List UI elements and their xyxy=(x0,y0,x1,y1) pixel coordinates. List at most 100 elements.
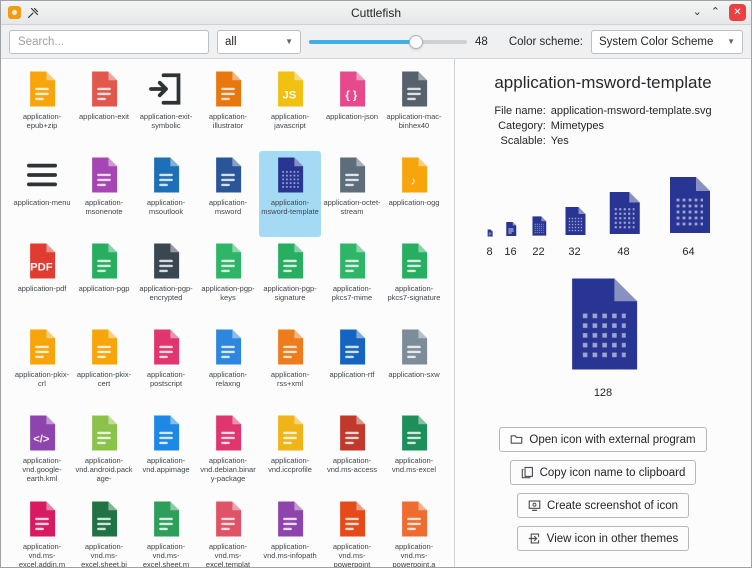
icon-cell-application-json[interactable]: { }application-json xyxy=(321,65,383,151)
icon-cell-application-msonenote[interactable]: application-msonenote xyxy=(73,151,135,237)
window-title: Cuttlefish xyxy=(1,6,751,20)
icon-size-value: 48 xyxy=(475,36,491,48)
application-ogg-icon: ♪ xyxy=(394,155,434,195)
icon-label: application-illustrator xyxy=(199,112,257,130)
file-name-label: File name: xyxy=(494,105,545,117)
application-javascript-icon: JS xyxy=(270,69,310,109)
open-external-button[interactable]: Open icon with external program xyxy=(499,427,706,452)
icon-label: application-msonenote xyxy=(75,198,133,216)
application-postscript-icon xyxy=(146,327,186,367)
screenshot-button[interactable]: Create screenshot of icon xyxy=(517,493,689,518)
icon-cell-application-vnd.ms-excel.templat[interactable]: application-vnd.ms-excel.templat xyxy=(197,495,259,567)
preview-size-label: 48 xyxy=(617,246,629,258)
icon-cell-application-mac-binhex40[interactable]: application-mac-binhex40 xyxy=(383,65,445,151)
svg-text:PDF: PDF xyxy=(30,261,53,273)
icon-label: application-vnd.ms-excel.sheet.bi xyxy=(75,542,133,567)
icon-cell-application-epub+zip[interactable]: application-epub+zip xyxy=(11,65,73,151)
icon-cell-application-illustrator[interactable]: application-illustrator xyxy=(197,65,259,151)
preview-icon-22 xyxy=(528,215,550,242)
icon-cell-application-exit[interactable]: application-exit xyxy=(73,65,135,151)
icon-cell-application-vnd.ms-excel.addin.m[interactable]: application-vnd.ms-excel.addin.m xyxy=(11,495,73,567)
icon-cell-application-postscript[interactable]: application-postscript xyxy=(135,323,197,409)
icon-cell-application-vnd.iccprofile[interactable]: application-vnd.iccprofile xyxy=(259,409,321,495)
icon-cell-application-relaxng[interactable]: application-relaxng xyxy=(197,323,259,409)
icon-cell-application-vnd.ms-powerpoint[interactable]: application-vnd.ms-powerpoint xyxy=(321,495,383,567)
icon-cell-application-menu[interactable]: application-menu xyxy=(11,151,73,237)
icon-cell-application-pgp[interactable]: application-pgp xyxy=(73,237,135,323)
icon-cell-application-pgp-signature[interactable]: application-pgp-signature xyxy=(259,237,321,323)
view-other-themes-button[interactable]: View icon in other themes xyxy=(517,526,689,551)
application-pgp-signature-icon xyxy=(270,241,310,281)
icon-cell-application-pkix-cert[interactable]: application-pkix-cert xyxy=(73,323,135,409)
icon-label: application-vnd.android.package- xyxy=(75,456,133,483)
preview-size-label: 16 xyxy=(504,246,516,258)
view-themes-icon xyxy=(528,532,541,545)
chevron-down-icon: ▼ xyxy=(285,37,293,46)
icon-label: application-msword xyxy=(199,198,257,216)
icon-label: application-pgp xyxy=(75,284,133,293)
icon-label: application-menu xyxy=(13,198,71,207)
preview-icon-16 xyxy=(503,221,519,242)
application-vnd.android.package--icon xyxy=(84,413,124,453)
icon-label: application-vnd.iccprofile xyxy=(261,456,319,474)
icon-cell-application-vnd.ms-excel.sheet.bi[interactable]: application-vnd.ms-excel.sheet.bi xyxy=(73,495,135,567)
icon-cell-application-vnd.android.package-[interactable]: application-vnd.android.package- xyxy=(73,409,135,495)
icon-cell-application-pgp-keys[interactable]: application-pgp-keys xyxy=(197,237,259,323)
icon-label: application-vnd.ms-excel.templat xyxy=(199,542,257,567)
screenshot-icon xyxy=(528,499,541,512)
pin-icon[interactable] xyxy=(27,7,39,19)
maximize-button[interactable]: ⌃ xyxy=(711,7,720,18)
application-illustrator-icon xyxy=(208,69,248,109)
icon-label: application-vnd.ms-powerpoint xyxy=(323,542,381,567)
icon-cell-application-msword-template[interactable]: application-msword-template xyxy=(259,151,321,237)
application-pdf-icon: PDF xyxy=(22,241,62,281)
icon-cell-application-rss+xml[interactable]: application-rss+xml xyxy=(259,323,321,409)
icon-cell-application-msword[interactable]: application-msword xyxy=(197,151,259,237)
icon-cell-application-vnd.ms-excel[interactable]: application-vnd.ms-excel xyxy=(383,409,445,495)
copy-name-button[interactable]: Copy icon name to clipboard xyxy=(510,460,697,485)
icon-cell-application-octet-stream[interactable]: application-octet-stream xyxy=(321,151,383,237)
icon-cell-application-vnd.appimage[interactable]: application-vnd.appimage xyxy=(135,409,197,495)
application-msoutlook-icon xyxy=(146,155,186,195)
icon-cell-application-ogg[interactable]: ♪application-ogg xyxy=(383,151,445,237)
preview-size-32: 32 xyxy=(559,205,591,258)
icon-cell-application-vnd.ms-excel.sheet.m[interactable]: application-vnd.ms-excel.sheet.m xyxy=(135,495,197,567)
application-vnd.ms-excel.sheet.m-icon xyxy=(146,499,186,539)
search-input[interactable] xyxy=(9,30,209,54)
preview-icon-64 xyxy=(657,173,721,242)
icon-info: File name: application-msword-template.s… xyxy=(494,105,711,147)
application-vnd.ms-infopath-icon xyxy=(270,499,310,539)
icon-cell-application-pkcs7-mime[interactable]: application-pkcs7-mime xyxy=(321,237,383,323)
icon-cell-application-vnd.google-earth.kml[interactable]: </>application-vnd.google-earth.kml xyxy=(11,409,73,495)
icon-size-slider[interactable] xyxy=(309,30,467,54)
app-logo-icon xyxy=(8,6,21,19)
icon-label: application-exit xyxy=(75,112,133,121)
application-vnd.ms-excel.sheet.bi-icon xyxy=(84,499,124,539)
icon-label: application-rss+xml xyxy=(261,370,319,388)
icon-cell-application-sxw[interactable]: application-sxw xyxy=(383,323,445,409)
icon-cell-application-pkix-crl[interactable]: application-pkix-crl xyxy=(11,323,73,409)
minimize-button[interactable]: ⌄ xyxy=(693,7,702,18)
close-button[interactable]: ✕ xyxy=(729,4,746,21)
icon-cell-application-javascript[interactable]: JSapplication-javascript xyxy=(259,65,321,151)
selected-icon-title: application-msword-template xyxy=(494,73,711,93)
application-msword-icon xyxy=(208,155,248,195)
icon-cell-application-pdf[interactable]: PDF application-pdf xyxy=(11,237,73,323)
icon-cell-application-exit-symbolic[interactable]: application-exit-symbolic xyxy=(135,65,197,151)
color-scheme-dropdown[interactable]: System Color Scheme ▼ xyxy=(591,30,743,54)
file-name-value: application-msword-template.svg xyxy=(551,105,712,117)
category-filter-dropdown[interactable]: all ▼ xyxy=(217,30,301,54)
slider-handle[interactable] xyxy=(409,35,423,49)
icon-cell-application-msoutlook[interactable]: application-msoutlook xyxy=(135,151,197,237)
icon-cell-application-pgp-encrypted[interactable]: application-pgp-encrypted xyxy=(135,237,197,323)
preview-size-label: 64 xyxy=(682,246,694,258)
icon-label: application-pdf xyxy=(13,284,71,293)
icon-cell-application-vnd.ms-access[interactable]: application-vnd.ms-access xyxy=(321,409,383,495)
icon-cell-application-vnd.ms-infopath[interactable]: application-vnd.ms-infopath xyxy=(259,495,321,567)
icon-label: application-mac-binhex40 xyxy=(385,112,443,130)
icon-cell-application-pkcs7-signature[interactable]: application-pkcs7-signature xyxy=(383,237,445,323)
icon-cell-application-vnd.debian.binary-package[interactable]: application-vnd.debian.binary-package xyxy=(197,409,259,495)
icon-cell-application-rtf[interactable]: application-rtf xyxy=(321,323,383,409)
copy-name-label: Copy icon name to clipboard xyxy=(540,467,686,479)
icon-cell-application-vnd.ms-powerpoint.a[interactable]: application-vnd.ms-powerpoint.a xyxy=(383,495,445,567)
